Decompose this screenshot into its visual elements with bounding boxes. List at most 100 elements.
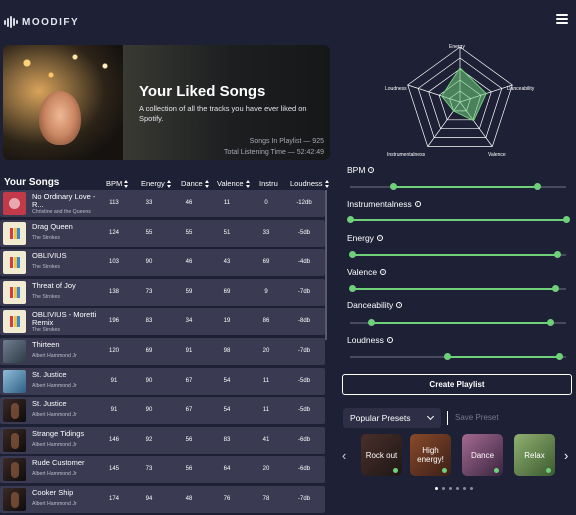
album-art — [3, 221, 26, 245]
song-artist: Albert Hammond Jr — [32, 471, 77, 478]
cell-bpm: 145 — [108, 466, 119, 473]
pagination-dot[interactable] — [449, 487, 452, 490]
song-artist: The Strokes — [32, 293, 60, 300]
song-title: Threat of Joy — [32, 280, 76, 290]
slider-min-handle[interactable] — [346, 216, 354, 223]
songs-in-playlist: Songs In Playlist — 925 — [249, 138, 324, 145]
table-row[interactable]: St. Justice Albert Hammond Jr 91 90 67 54 11 -5… — [0, 367, 325, 395]
carousel-next-icon[interactable]: › — [564, 448, 568, 463]
heart-icon[interactable] — [546, 468, 551, 473]
pagination-dot[interactable] — [435, 487, 438, 490]
table-row[interactable]: Rude Customer Albert Hammond Jr 145 73 56 64 2… — [0, 456, 325, 484]
range-slider[interactable] — [350, 353, 566, 360]
range-slider[interactable] — [346, 216, 570, 223]
preset-card-rock-out[interactable]: Rock out — [361, 434, 402, 476]
slider-max-handle[interactable] — [551, 285, 559, 292]
preset-card-dance[interactable]: Dance — [462, 434, 503, 476]
cell-valence: 83 — [223, 436, 231, 443]
cell-bpm: 124 — [108, 229, 119, 236]
app-logo[interactable]: MOODIFY — [4, 16, 79, 28]
cell-dance: 56 — [185, 466, 193, 473]
slider-max-handle[interactable] — [562, 216, 570, 223]
cell-energy: 73 — [145, 466, 153, 473]
slider-max-handle[interactable] — [556, 353, 564, 360]
slider-max-handle[interactable] — [553, 251, 561, 258]
info-icon[interactable]: i — [414, 201, 421, 207]
column-loudness[interactable]: Loudness — [290, 179, 330, 188]
range-slider[interactable] — [350, 319, 566, 326]
slider-min-handle[interactable] — [348, 251, 356, 258]
table-row[interactable]: OBLIVIUS - Moretti Remix The Strokes 196 83… — [0, 308, 325, 336]
preset-card-relax[interactable]: Relax — [514, 434, 555, 476]
cell-instru: 9 — [264, 288, 268, 295]
pagination-dot[interactable] — [456, 487, 459, 490]
song-title: Drag Queen — [32, 221, 73, 231]
song-artist: The Strokes — [32, 234, 60, 241]
sort-icon — [204, 179, 210, 188]
column-bpm[interactable]: BPM — [106, 179, 129, 188]
cell-dance: 91 — [185, 348, 193, 354]
filter-label: Valence i — [347, 267, 387, 277]
song-title: Rude Customer — [32, 458, 85, 468]
column-energy[interactable]: Energy — [141, 179, 172, 188]
cell-bpm: 120 — [108, 348, 119, 354]
song-artist: Albert Hammond Jr — [32, 353, 77, 359]
column-instru[interactable]: Instru — [259, 179, 278, 188]
heart-icon[interactable] — [393, 468, 398, 473]
table-row[interactable]: Threat of Joy The Strokes 138 73 59 69 9 -7db — [0, 278, 325, 306]
save-preset-button[interactable]: Save Preset — [455, 413, 499, 422]
info-icon[interactable]: i — [376, 235, 383, 241]
carousel-prev-icon[interactable]: ‹ — [342, 448, 346, 463]
song-title: OBLIVIUS — [32, 251, 67, 261]
radar-label-energy: Energy — [449, 44, 465, 50]
cell-bpm: 174 — [108, 496, 119, 502]
table-row[interactable]: Cooker Ship Albert Hammond Jr 174 94 48 76 78 -… — [0, 486, 325, 513]
column-valence[interactable]: Valence — [217, 179, 251, 188]
range-slider[interactable] — [348, 251, 566, 258]
song-artist: Christine and the Queens — [32, 209, 91, 215]
slider-min-handle[interactable] — [443, 353, 451, 360]
info-icon[interactable]: i — [368, 167, 375, 173]
create-playlist-button[interactable]: Create Playlist — [342, 374, 572, 395]
column-dance[interactable]: Dance — [181, 179, 210, 188]
cell-dance: 48 — [185, 496, 193, 502]
cell-loudness: -6db — [297, 436, 310, 443]
range-slider[interactable] — [348, 285, 566, 292]
heart-icon[interactable] — [442, 468, 447, 473]
logo-icon — [4, 16, 18, 28]
preset-card-high-energy[interactable]: High energy! — [410, 434, 451, 476]
table-scrollbar[interactable] — [325, 190, 327, 340]
menu-icon[interactable] — [556, 14, 568, 24]
pagination-dot[interactable] — [442, 487, 445, 490]
info-icon[interactable]: i — [386, 337, 393, 343]
slider-min-handle[interactable] — [368, 319, 376, 326]
cell-loudness: -5db — [297, 407, 310, 414]
cell-valence: 98 — [223, 348, 231, 354]
slider-min-handle[interactable] — [348, 285, 356, 292]
info-icon[interactable]: i — [396, 302, 403, 308]
pagination-dot[interactable] — [470, 487, 473, 490]
table-row[interactable]: Thirteen Albert Hammond Jr 120 69 91 98 20 -7db — [0, 338, 325, 365]
album-art — [3, 192, 26, 215]
slider-min-handle[interactable] — [389, 183, 397, 190]
info-icon[interactable]: i — [380, 269, 387, 275]
slider-max-handle[interactable] — [547, 319, 555, 326]
table-row[interactable]: St. Justice Albert Hammond Jr 91 90 67 54 11 -5… — [0, 397, 325, 425]
presets-dropdown[interactable]: Popular Presets — [343, 408, 441, 428]
heart-icon[interactable] — [494, 468, 499, 473]
table-row[interactable]: OBLIVIUS The Strokes 103 90 46 43 69 -4db — [0, 249, 325, 277]
cell-energy: 90 — [145, 377, 153, 384]
table-row[interactable]: No Ordinary Love - R... Christine and the… — [0, 190, 325, 217]
table-row[interactable]: Drag Queen The Strokes 124 55 55 51 33 -5db — [0, 219, 325, 247]
album-art — [3, 310, 26, 334]
sort-icon — [166, 179, 172, 188]
pagination-dot[interactable] — [463, 487, 466, 490]
slider-max-handle[interactable] — [534, 183, 542, 190]
sort-icon — [245, 179, 251, 188]
table-row[interactable]: Strange Tidings Albert Hammond Jr 146 92 56 8… — [0, 426, 325, 454]
cell-valence: 54 — [223, 407, 231, 414]
cell-valence: 43 — [223, 259, 231, 266]
range-slider[interactable] — [350, 183, 566, 190]
cell-bpm: 138 — [108, 288, 119, 295]
cell-dance: 34 — [185, 318, 193, 325]
